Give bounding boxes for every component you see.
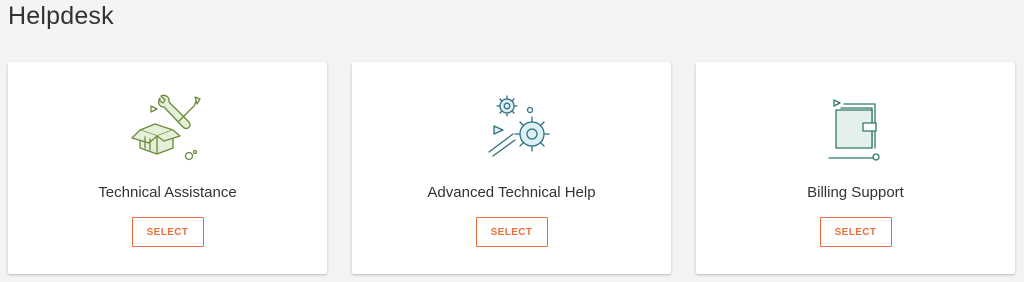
select-billing-support-button[interactable]: SELECT: [819, 217, 892, 247]
card-title: Technical Assistance: [98, 184, 237, 201]
tools-box-icon: [123, 90, 213, 170]
card-title: Billing Support: [807, 184, 904, 201]
card-advanced-technical-help: Advanced Technical Help SELECT: [352, 62, 671, 274]
card-technical-assistance: Technical Assistance SELECT: [8, 62, 327, 274]
wallet-icon: [811, 90, 901, 170]
card-title: Advanced Technical Help: [427, 184, 596, 201]
select-advanced-technical-help-button[interactable]: SELECT: [475, 217, 548, 247]
gears-icon: [467, 90, 557, 170]
card-billing-support: Billing Support SELECT: [696, 62, 1015, 274]
select-technical-assistance-button[interactable]: SELECT: [131, 217, 204, 247]
page-title: Helpdesk: [8, 2, 114, 30]
